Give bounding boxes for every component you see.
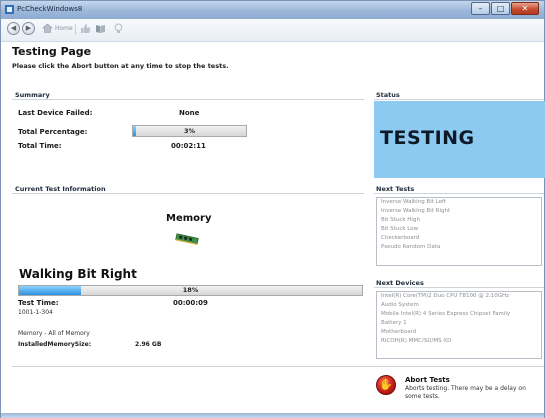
status-panel: TESTING (374, 101, 545, 178)
next-test-item[interactable]: Inverse Walking Bit Left (377, 198, 541, 207)
abort-description: Aborts testing. There may be a delay on … (405, 385, 526, 400)
status-value: TESTING (380, 127, 475, 149)
total-time-label: Total Time: (18, 142, 62, 150)
status-heading: Status (376, 91, 400, 99)
next-device-item[interactable]: Mobile Intel(R) 4 Series Express Chipset… (377, 310, 541, 319)
back-button[interactable]: ◀ (7, 22, 20, 35)
test-progress-text: 18% (182, 286, 199, 294)
test-code: 1001-1-304 (18, 309, 53, 316)
total-percentage-label: Total Percentage: (18, 128, 88, 136)
current-test-name: Walking Bit Right (19, 267, 137, 281)
thumbs-up-icon[interactable] (80, 23, 91, 34)
book-icon[interactable] (95, 23, 106, 34)
abort-stop-icon: ✋ (379, 378, 393, 391)
window-title: PcCheckWindows8 (17, 5, 83, 13)
installed-memory-label: InstalledMemorySize: (18, 341, 92, 348)
total-progress-text: 3% (183, 127, 196, 135)
test-time-label: Test Time: (18, 299, 59, 307)
footer-divider (12, 366, 544, 367)
window-controls: – □ ✕ (471, 2, 539, 15)
abort-button[interactable]: ✋ (376, 375, 396, 395)
next-test-item[interactable]: Pseudo Random Data (377, 243, 541, 252)
next-device-item[interactable]: RICOH(R) MMC/SD/MS XD (377, 337, 541, 346)
next-devices-list[interactable]: Intel(R) Core(TM)2 Duo CPU T8100 @ 2.10G… (376, 291, 542, 359)
abort-title[interactable]: Abort Tests (405, 376, 450, 384)
last-device-failed-value: None (179, 109, 200, 117)
forward-button[interactable]: ▶ (22, 22, 35, 35)
minimize-button[interactable]: – (471, 2, 490, 15)
page-title: Testing Page (12, 45, 92, 58)
close-button[interactable]: ✕ (511, 2, 539, 15)
next-tests-list[interactable]: Inverse Walking Bit Left Inverse Walking… (376, 197, 542, 266)
current-test-heading: Current Test Information (15, 185, 106, 193)
page-subtitle: Please click the Abort button at any tim… (12, 62, 229, 70)
toolbar: ◀ ▶ Home (1, 19, 544, 42)
next-device-item[interactable]: Intel(R) Core(TM)2 Duo CPU T8100 @ 2.10G… (377, 292, 541, 301)
close-icon: ✕ (521, 4, 529, 13)
next-tests-heading: Next Tests (376, 185, 415, 193)
memory-scope: Memory - All of Memory (18, 330, 90, 337)
title-bar[interactable]: PcCheckWindows8 – □ ✕ (1, 1, 544, 20)
next-test-item[interactable]: Inverse Walking Bit Right (377, 207, 541, 216)
home-button[interactable]: Home (42, 23, 73, 33)
total-progress-bar: 3% (132, 125, 247, 137)
lightbulb-icon[interactable] (113, 23, 124, 34)
toolbar-separator (75, 24, 76, 35)
next-test-item[interactable]: Checkerboard (377, 234, 541, 243)
next-test-item[interactable]: Bit Stuck High (377, 216, 541, 225)
total-time-value: 00:02:11 (171, 142, 206, 150)
memory-module-icon (175, 233, 199, 245)
current-device-name: Memory (166, 213, 212, 224)
taskbar-edge (1, 413, 544, 418)
next-devices-divider (374, 287, 544, 288)
next-device-item[interactable]: Motherboard (377, 328, 541, 337)
maximize-icon: □ (496, 4, 505, 13)
home-label: Home (55, 24, 73, 32)
back-arrow-icon: ◀ (10, 24, 17, 32)
minimize-icon: – (478, 4, 483, 13)
test-progress-bar: 18% (18, 285, 363, 296)
summary-divider (12, 99, 364, 100)
last-device-failed-label: Last Device Failed: (18, 109, 93, 117)
next-devices-heading: Next Devices (376, 279, 424, 287)
next-tests-divider (374, 193, 544, 194)
forward-arrow-icon: ▶ (25, 24, 32, 32)
next-test-item[interactable]: Bit Stuck Low (377, 225, 541, 234)
maximize-button[interactable]: □ (491, 2, 510, 15)
installed-memory-value: 2.96 GB (135, 341, 162, 348)
status-divider (374, 99, 544, 100)
app-icon (5, 5, 14, 14)
test-time-value: 00:00:09 (173, 299, 208, 307)
next-device-item[interactable]: Battery 1 (377, 319, 541, 328)
summary-heading: Summary (15, 91, 50, 99)
app-window: PcCheckWindows8 – □ ✕ ◀ ▶ Home Testing P… (0, 0, 545, 418)
home-icon (42, 23, 53, 33)
current-test-divider (12, 193, 364, 194)
next-device-item[interactable]: Audio System (377, 301, 541, 310)
